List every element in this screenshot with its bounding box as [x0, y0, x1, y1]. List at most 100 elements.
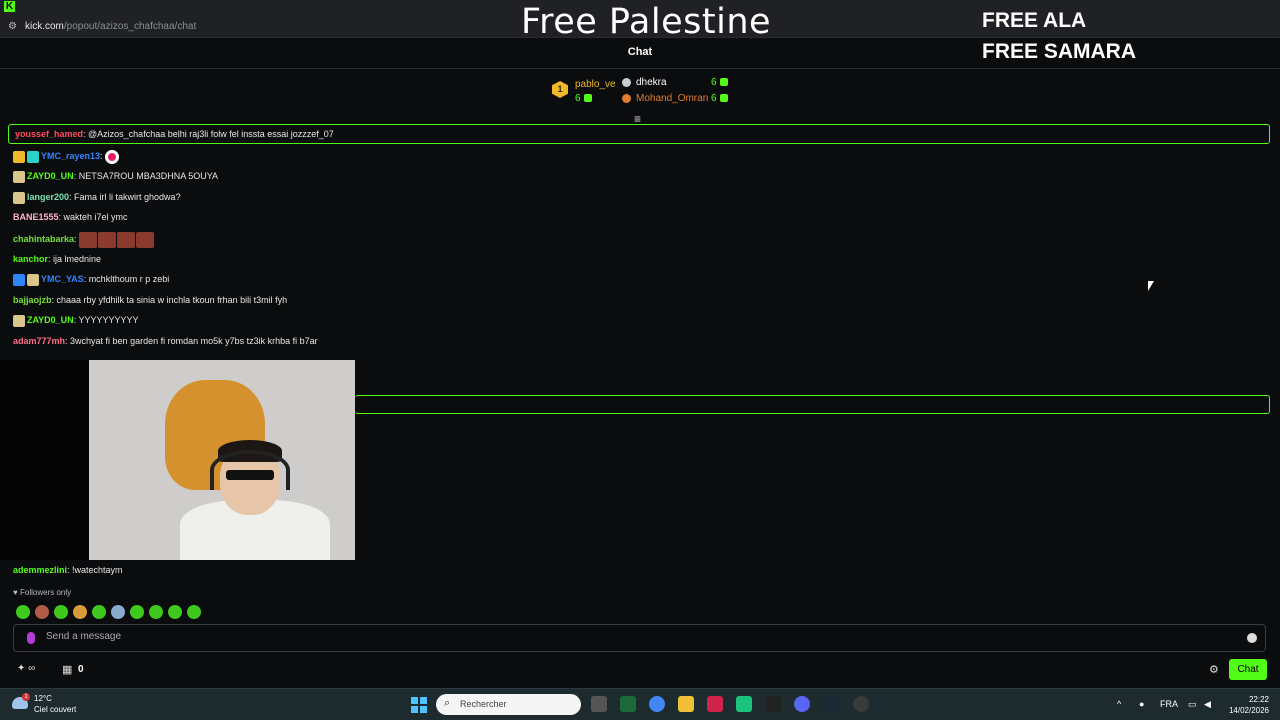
search-placeholder: Rechercher	[460, 699, 507, 709]
windows-start-icon[interactable]	[411, 697, 427, 713]
leader-2-count: 6	[711, 77, 728, 88]
emote-icon	[79, 231, 98, 248]
chat-username[interactable]: ademmezlini	[13, 565, 67, 575]
chat-username[interactable]: YMC_rayen13	[41, 151, 100, 161]
leader-3-name[interactable]: Mohand_Omran	[636, 93, 708, 104]
windows-taskbar: 1 12°C Ciel couvert ⌕ Rechercher ^ ● FRA…	[0, 688, 1280, 720]
chat-username[interactable]: adam777mh	[13, 336, 65, 346]
users-icon[interactable]: ✦	[17, 663, 25, 674]
emote-icon[interactable]	[111, 604, 125, 619]
volume-icon[interactable]: ◀	[1204, 699, 1211, 710]
gift-icon	[719, 78, 728, 87]
chat-username[interactable]: ZAYD0_UN	[27, 171, 74, 181]
leader-1-count: 6	[575, 93, 592, 104]
app-icon[interactable]	[736, 696, 752, 712]
message-input[interactable]	[46, 631, 1226, 642]
emote-icon	[105, 149, 120, 164]
emote-icon[interactable]	[168, 604, 182, 619]
clock-date: 14/02/2026	[1228, 706, 1269, 715]
task-view-icon[interactable]	[591, 696, 607, 712]
heart-icon: ♥	[13, 588, 18, 597]
emote-icon[interactable]	[54, 604, 68, 619]
sub-badge-icon	[27, 150, 39, 163]
pinned-message[interactable]: youssef_hamed: @Azizos_chafchaa belhi ra…	[8, 124, 1270, 144]
sub-badge-icon	[13, 170, 25, 183]
gift-leaderboard[interactable]: 1 pablo_ve 6 dhekra 6 Mohand_Omran 6	[550, 75, 740, 115]
emote-icon[interactable]	[16, 604, 30, 619]
emote-icon	[98, 231, 117, 248]
gift-count: 0	[78, 664, 84, 675]
steam-icon[interactable]	[823, 696, 839, 712]
chrome-icon[interactable]	[649, 696, 665, 712]
overlay-title: Free Palestine	[521, 2, 772, 42]
emote-icon	[117, 231, 136, 248]
emote-icon[interactable]	[130, 604, 144, 619]
obs-icon[interactable]	[853, 696, 869, 712]
chat-header: Chat	[0, 38, 1280, 69]
leader-1-name[interactable]: pablo_ve	[575, 79, 616, 90]
chat-message: ZAYD0_UN: YYYYYYYYYY	[13, 313, 139, 327]
rank-2-medal-icon	[622, 78, 631, 87]
chat-username[interactable]: langer200	[27, 192, 69, 202]
chat-username[interactable]: ZAYD0_UN	[27, 315, 74, 325]
kick-logo-icon: K	[4, 1, 15, 12]
infinity-icon[interactable]: ∞	[28, 663, 35, 674]
message-composer[interactable]	[13, 624, 1266, 652]
input-language[interactable]: FRA	[1160, 699, 1178, 709]
mic-icon[interactable]	[27, 632, 35, 644]
chat-message: ZAYD0_UN: NETSA7ROU MBA3DHNA 5OUYA	[13, 169, 218, 183]
search-icon: ⌕	[444, 697, 451, 709]
chat-message: kanchor: ija lmednine	[13, 254, 102, 264]
vip-badge-icon	[13, 273, 25, 286]
adobe-icon[interactable]	[707, 696, 723, 712]
emote-icon[interactable]	[149, 604, 163, 619]
emote-icon[interactable]	[92, 604, 106, 619]
chat-username[interactable]: kanchor	[13, 254, 48, 264]
chat-username[interactable]: YMC_YAS	[41, 274, 84, 284]
cam-shadow	[0, 360, 89, 560]
emote-icon[interactable]	[35, 604, 49, 619]
address-bar[interactable]: kick.com/popout/azizos_chafchaa/chat	[25, 21, 196, 32]
emote-icon[interactable]	[73, 604, 87, 619]
taskbar-clock[interactable]: 22:22 14/02/2026	[1227, 694, 1269, 716]
chat-message: YMC_rayen13:	[13, 149, 120, 164]
emote-icon[interactable]	[187, 604, 201, 619]
emote-icon	[136, 231, 155, 248]
leader-2-name[interactable]: dhekra	[636, 77, 667, 88]
rank-1-medal-icon: 1	[552, 81, 568, 98]
crown-badge-icon	[13, 150, 25, 163]
gift-box-icon[interactable]: ▦	[62, 663, 72, 676]
mouse-cursor-icon	[1148, 281, 1154, 291]
taskbar-search[interactable]: ⌕ Rechercher	[436, 694, 581, 715]
chat-header-title: Chat	[627, 46, 653, 58]
network-icon[interactable]: ▭	[1188, 699, 1197, 710]
emoji-picker-icon[interactable]	[1247, 633, 1257, 643]
chat-username[interactable]: bajjaojzb	[13, 295, 52, 305]
tray-overflow-icon[interactable]: ^	[1117, 699, 1121, 709]
chat-username[interactable]: chahintabarka	[13, 234, 74, 244]
sub-badge-icon	[27, 273, 39, 286]
file-explorer-icon[interactable]	[678, 696, 694, 712]
weather-description[interactable]: Ciel couvert	[34, 705, 76, 714]
weather-temperature[interactable]: 12°C	[34, 694, 52, 703]
chat-message: langer200: Fama irl li takwirt ghodwa?	[13, 190, 181, 204]
url-host: kick.com	[25, 21, 64, 32]
chat-tools[interactable]: ✦ ∞	[17, 663, 35, 674]
chat-message: BANE1555: wakteh i7el ymc	[13, 212, 128, 222]
rank-3-medal-icon	[622, 94, 631, 103]
chat-username[interactable]: BANE1555	[13, 212, 59, 222]
mic-tray-icon[interactable]: ●	[1139, 699, 1144, 709]
chat-message: bajjaojzb: chaaa rby yfdhilk ta sinia w …	[13, 295, 288, 305]
chat-message: adam777mh: 3wchyat fi ben garden fi romd…	[13, 336, 318, 346]
webcam-overlay	[0, 360, 355, 560]
pinned-user[interactable]: youssef_hamed	[15, 129, 83, 139]
gift-icon	[583, 94, 592, 103]
chat-settings-icon[interactable]: ⚙	[1209, 663, 1219, 676]
pinned-text: : @Azizos_chafchaa belhi raj3li folw fel…	[83, 129, 334, 139]
discord-icon[interactable]	[794, 696, 810, 712]
chat-send-button[interactable]: Chat	[1229, 659, 1267, 680]
epic-games-icon[interactable]	[765, 696, 781, 712]
site-info-icon[interactable]: ⚙	[8, 21, 17, 32]
chat-message: chahintabarka:	[13, 230, 155, 248]
app-icon[interactable]	[620, 696, 636, 712]
